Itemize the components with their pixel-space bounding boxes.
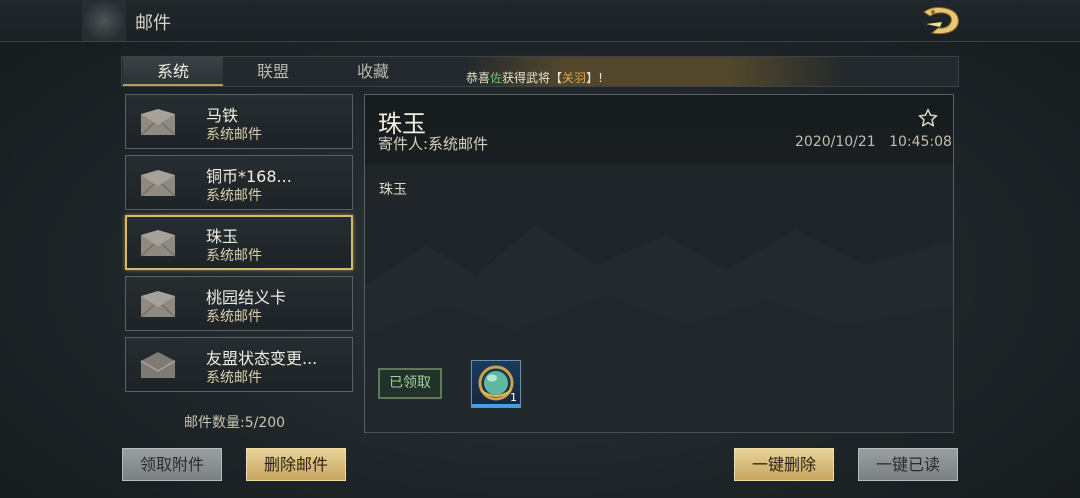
mail-body: 珠玉 xyxy=(379,182,407,198)
mail-name: 友盟状态变更... xyxy=(206,349,318,368)
dragon-logo-icon[interactable] xyxy=(918,4,970,38)
mail-detail-header: 珠玉 寄件人:系统邮件 2020/10/21 10:45:08 xyxy=(365,95,953,165)
mail-item-3[interactable]: 珠玉 系统邮件 xyxy=(125,215,353,270)
claim-attachments-button[interactable]: 领取附件 xyxy=(122,448,222,481)
open-envelope-icon xyxy=(140,352,176,378)
mail-detail-panel: 珠玉 寄件人:系统邮件 2020/10/21 10:45:08 珠玉 已领取 1 xyxy=(364,94,954,433)
envelope-icon xyxy=(140,230,176,257)
mountain-background xyxy=(366,225,954,433)
star-icon[interactable] xyxy=(918,108,938,128)
mail-sender: 系统邮件 xyxy=(206,127,262,143)
attachment-count: 1 xyxy=(510,391,517,404)
ticker-suffix: 】! xyxy=(586,71,603,85)
mail-date: 2020/10/21 xyxy=(795,134,876,150)
broadcast-ticker: 恭喜佐获得武将【关羽】! xyxy=(466,69,603,86)
ticker-hero: 关羽 xyxy=(562,71,587,85)
mail-sender: 系统邮件 xyxy=(206,188,262,204)
page-title: 邮件 xyxy=(135,13,171,34)
ticker-player: 佐 xyxy=(490,71,503,85)
mail-name: 马铁 xyxy=(206,106,239,125)
read-all-button[interactable]: 一键已读 xyxy=(858,448,958,481)
envelope-icon xyxy=(140,291,176,318)
mail-sender: 系统邮件 xyxy=(206,370,262,386)
mail-item-1[interactable]: 马铁 系统邮件 xyxy=(125,94,353,149)
mail-sender: 系统邮件 xyxy=(206,248,262,264)
mail-name: 桃园结义卡 xyxy=(206,288,287,307)
mail-timestamp: 2020/10/21 10:45:08 xyxy=(795,134,952,150)
mail-sender: 系统邮件 xyxy=(206,309,262,325)
mail-name: 珠玉 xyxy=(206,227,239,246)
ticker-prefix: 恭喜 xyxy=(466,71,491,85)
envelope-icon xyxy=(140,109,176,136)
envelope-icon xyxy=(140,170,176,197)
mail-count: 邮件数量:5/200 xyxy=(184,415,286,431)
mail-item-4[interactable]: 桃园结义卡 系统邮件 xyxy=(125,276,353,331)
claimed-badge: 已领取 xyxy=(378,368,442,399)
ticker-middle: 获得武将【 xyxy=(502,71,563,85)
mail-item-2[interactable]: 铜币*168... 系统邮件 xyxy=(125,155,353,210)
delete-mail-button[interactable]: 删除邮件 xyxy=(246,448,346,481)
delete-all-button[interactable]: 一键删除 xyxy=(734,448,834,481)
tab-system[interactable]: 系统 xyxy=(123,57,223,86)
mail-name: 铜币*168... xyxy=(206,167,292,186)
attachment-slot[interactable]: 1 xyxy=(471,360,521,408)
dragon-emblem-icon xyxy=(82,0,126,41)
tab-favorites[interactable]: 收藏 xyxy=(323,57,423,86)
mail-item-5[interactable]: 友盟状态变更... 系统邮件 xyxy=(125,337,353,392)
top-bar: 邮件 xyxy=(0,0,1080,42)
mail-from: 寄件人:系统邮件 xyxy=(378,135,489,153)
tab-alliance[interactable]: 联盟 xyxy=(223,57,323,86)
mail-time: 10:45:08 xyxy=(889,134,952,150)
attachment-quality-bar xyxy=(472,404,520,407)
